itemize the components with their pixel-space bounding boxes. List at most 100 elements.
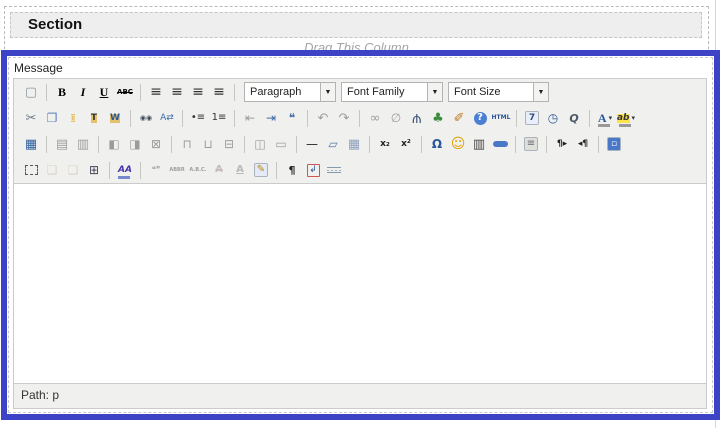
image-button[interactable]: ♣ [428,108,448,128]
cleanup-button[interactable]: ✐ [449,108,469,128]
insert-row-before-button: ⊓ [177,134,197,154]
deletion-icon: A [215,164,223,175]
toolbar: ▢ B I U ABC ≡ ≡ ≡ ≡ Paragraph ▼ Font Family ▼ Font Si… [14,79,706,183]
message-field-container[interactable]: Message ▢ B I U ABC ≡ ≡ ≡ ≡ Paragraph ▼ Font Family… [1,50,720,420]
media-button[interactable]: ▥ [469,134,489,154]
insert-time-button[interactable]: ◷ [543,108,563,128]
emotions-button[interactable]: ☺ [448,134,468,154]
search-button[interactable]: ◉◉ [136,108,156,128]
bullet-list-button[interactable]: •≡ [188,108,208,128]
paste-button[interactable]: ▯ [63,108,83,128]
special-char-button[interactable]: Ω [427,134,447,154]
italic-button[interactable]: I [73,82,93,102]
nonbreaking-space-button[interactable]: ↲ [303,160,323,180]
preview-button[interactable]: Q [564,108,584,128]
text-color-dropdown-arrow-icon[interactable]: ▾ [609,114,613,122]
superscript-button[interactable]: x² [396,134,416,154]
print-button[interactable]: ≡ [521,134,541,154]
cut-button[interactable]: ✂ [21,108,41,128]
bold-button[interactable]: B [52,82,72,102]
align-left-icon: ≡ [150,84,162,100]
insert-table-icon: ▦ [24,136,38,152]
move-forward-icon: ❏ [46,163,58,177]
table-row-properties-button: ▤ [52,134,72,154]
highlight-color-button[interactable]: ab ▾ [616,108,636,128]
copy-button[interactable]: ❐ [42,108,62,128]
anchor-button[interactable]: Ψ [407,108,427,128]
rtl-icon: ◂¶ [577,138,589,149]
text-color-button[interactable]: A ▾ [595,108,615,128]
remove-format-button[interactable]: ▱ [323,134,343,154]
style-properties-icon: AA [118,164,132,175]
toolbar-separator [182,109,183,127]
blockquote-button[interactable]: ❝ [282,108,302,128]
subscript-icon: x₂ [380,138,390,149]
undo-icon: ↶ [317,110,329,126]
editor-content-area[interactable] [14,183,706,384]
help-button[interactable]: ? [470,108,490,128]
format-select[interactable]: Paragraph ▼ [244,82,336,102]
text-color-icon: A [597,111,607,125]
horizontal-rule-icon: — [306,137,318,151]
blockquote-icon: ❝ [288,111,296,125]
toolbar-separator [598,135,599,153]
table-cell-properties-button: ▥ [73,134,93,154]
editor-status-bar: Path: p [14,384,706,406]
strikethrough-button[interactable]: ABC [115,82,135,102]
paste-text-button[interactable]: T [84,108,104,128]
unlink-button: ∅ [386,108,406,128]
underline-button[interactable]: U [94,82,114,102]
insert-layer-button[interactable] [21,160,41,180]
align-center-button[interactable]: ≡ [167,82,187,102]
rtl-button[interactable]: ◂¶ [573,134,593,154]
advanced-hr-button[interactable] [490,134,510,154]
fullscreen-button[interactable]: ▫ [604,134,624,154]
underline-icon: U [99,85,109,99]
visual-chars-icon: ¶ [288,163,296,177]
highlight-color-dropdown-arrow-icon[interactable]: ▾ [632,114,636,122]
subscript-button[interactable]: x₂ [375,134,395,154]
page-break-button[interactable] [324,160,344,180]
attributes-button[interactable]: ✎ [251,160,271,180]
page-break-icon [327,167,341,173]
new-document-button[interactable]: ▢ [21,82,41,102]
toolbar-separator [516,109,517,127]
absolute-position-icon: ⊞ [88,163,100,177]
ltr-icon: ¶▸ [556,138,568,149]
font-size-select[interactable]: Font Size ▼ [448,82,549,102]
font-family-select[interactable]: Font Family ▼ [341,82,443,102]
numbered-list-button[interactable]: 1≡ [209,108,229,128]
insert-column-before-icon: ◧ [108,137,120,151]
cut-icon: ✂ [25,110,37,126]
ltr-button[interactable]: ¶▸ [552,134,572,154]
indent-button[interactable]: ⇥ [261,108,281,128]
format-select-arrow-icon[interactable]: ▼ [321,82,336,102]
insert-date-button[interactable]: 7 [522,108,542,128]
anchor-icon: Ψ [412,111,422,125]
visual-chars-button[interactable]: ¶ [282,160,302,180]
section-header[interactable]: Section [10,12,702,38]
align-left-button[interactable]: ≡ [146,82,166,102]
paste-word-button[interactable]: W [105,108,125,128]
absolute-position-button[interactable]: ⊞ [84,160,104,180]
insert-table-button[interactable]: ▦ [21,134,41,154]
advanced-hr-icon [492,141,508,147]
insertion-icon: A [236,164,244,175]
html-source-button[interactable]: HTML [491,108,511,128]
insertion-button: A [230,160,250,180]
style-properties-button[interactable]: AA [115,160,135,180]
visual-aid-button[interactable]: ▦ [344,134,364,154]
toolbar-separator [234,109,235,127]
align-right-button[interactable]: ≡ [188,82,208,102]
replace-button[interactable]: A⇄ [157,108,177,128]
insert-row-before-icon: ⊓ [182,137,192,151]
visual-aid-icon: ▦ [347,136,361,152]
horizontal-rule-button[interactable]: — [302,134,322,154]
insert-layer-icon [24,165,38,175]
font-size-select-arrow-icon[interactable]: ▼ [534,82,549,102]
align-justify-button[interactable]: ≡ [209,82,229,102]
toolbar-separator [307,109,308,127]
font-family-select-arrow-icon[interactable]: ▼ [428,82,443,102]
fullscreen-icon: ▫ [607,137,621,151]
toolbar-separator [46,83,47,101]
